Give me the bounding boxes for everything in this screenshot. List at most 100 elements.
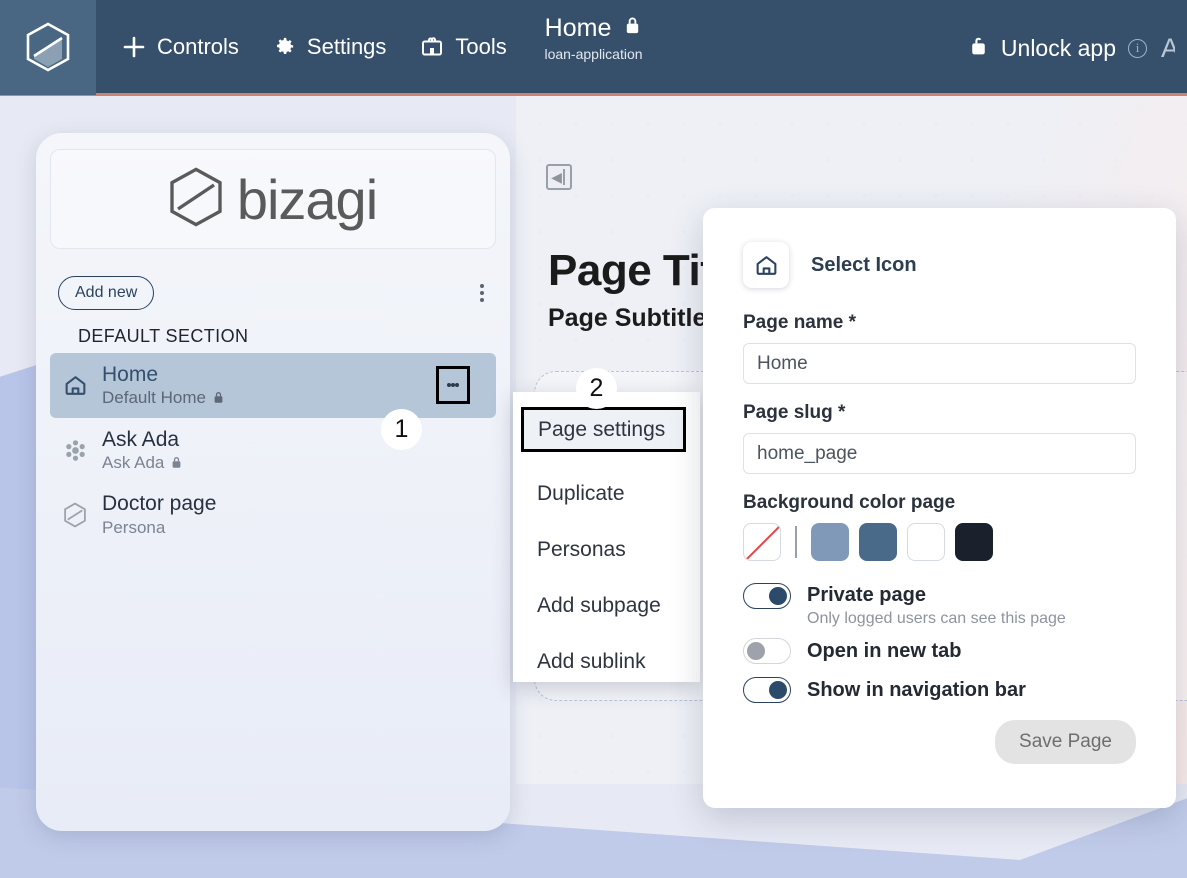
nav-item-tools-label: Tools	[455, 33, 507, 59]
page-item-name: Ask Ada	[102, 427, 180, 451]
context-menu-item-add-sublink[interactable]: Add sublink	[513, 634, 700, 690]
navbar-current-page[interactable]: Home	[545, 14, 643, 43]
section-label-default-section: DEFAULT SECTION	[78, 326, 249, 346]
page-item-name: Home	[102, 363, 159, 386]
page-item-sub: Ask Ada	[102, 453, 183, 473]
page-list: Home Default Home Ask Ada Ask Ada Doctor…	[36, 353, 510, 547]
add-new-button[interactable]: Add new	[58, 276, 155, 310]
pages-panel: bizagi Add new DEFAULT SECTION Home Defa…	[36, 133, 510, 831]
nav-item-settings[interactable]: Settings	[273, 33, 387, 60]
context-menu-item-personas[interactable]: Personas	[513, 522, 700, 578]
gear-icon	[273, 35, 296, 58]
avatar[interactable]: A	[1161, 33, 1175, 64]
collapse-icon-arrow: ◀	[551, 169, 562, 185]
toggle-row-private-page: Private page Only logged users can see t…	[743, 583, 1136, 628]
page-item-sub-text: Default Home	[102, 388, 206, 408]
background-color-swatches	[743, 523, 1136, 561]
kebab-dot	[455, 383, 459, 388]
page-context-menu: Page settings Duplicate Personas Add sub…	[513, 392, 700, 682]
brand-logo-wordmark: bizagi	[236, 167, 378, 231]
annotation-badge-1: 1	[381, 409, 422, 450]
swatch-near-black[interactable]	[954, 523, 993, 561]
page-settings-dialog: Select Icon Page name * Page slug * Back…	[703, 208, 1176, 808]
nav-item-tools[interactable]: Tools	[420, 33, 507, 60]
lock-icon	[172, 457, 181, 468]
page-slug-input[interactable]	[743, 433, 1136, 474]
page-item-kebab-icon[interactable]	[436, 366, 470, 405]
nav-item-controls[interactable]: Controls	[122, 34, 239, 60]
nav-item-controls-label: Controls	[157, 33, 239, 59]
lock-icon	[623, 14, 642, 43]
unlock-app-label: Unlock app	[1000, 34, 1116, 61]
swatch-slate-blue[interactable]	[858, 523, 897, 561]
unlock-app-button[interactable]: Unlock app i	[968, 34, 1147, 63]
save-page-button[interactable]: Save Page	[995, 720, 1136, 764]
navbar-right-group: Unlock app i A	[968, 0, 1187, 96]
page-item-name: Doctor page	[102, 492, 217, 516]
toggle-knob	[769, 587, 787, 605]
asterisk-icon	[62, 438, 88, 463]
kebab-vertical-icon[interactable]	[476, 280, 488, 306]
context-menu-item-add-subpage[interactable]: Add subpage	[513, 578, 700, 634]
toggle-knob	[747, 642, 765, 660]
toggle-row-open-in-new-tab: Open in new tab	[743, 638, 1136, 664]
nav-item-settings-label: Settings	[306, 33, 387, 59]
navbar-app-slug: loan-application	[544, 46, 643, 62]
hexagon-icon	[62, 502, 88, 528]
page-name-label: Page name *	[743, 312, 856, 333]
home-icon	[62, 373, 88, 398]
collapse-icon-bar	[563, 169, 565, 185]
context-menu-item-page-settings[interactable]: Page settings	[521, 407, 686, 452]
select-icon-label: Select Icon	[811, 253, 917, 276]
bizagi-hexagon-logo-icon[interactable]	[0, 0, 96, 95]
brand-logo-box: bizagi	[50, 149, 496, 249]
navbar-current-page-title: Home	[544, 14, 612, 42]
kebab-dot	[480, 298, 484, 302]
page-list-item-home[interactable]: Home Default Home	[50, 353, 496, 418]
page-item-sub-text: Ask Ada	[102, 452, 165, 472]
swatch-divider	[795, 526, 797, 558]
show-in-navigation-bar-label: Show in navigation bar	[807, 678, 1026, 701]
swatch-white[interactable]	[906, 523, 945, 561]
open-in-new-tab-label: Open in new tab	[807, 639, 962, 662]
kebab-dot	[480, 291, 484, 295]
home-icon[interactable]	[743, 242, 789, 288]
page-item-sub: Default Home	[102, 388, 225, 408]
toggle-knob	[769, 681, 787, 699]
swatch-light-blue[interactable]	[810, 523, 849, 561]
page-item-sub-text: Persona	[102, 517, 166, 537]
kebab-dot	[480, 284, 484, 288]
show-in-navigation-bar-toggle[interactable]	[743, 677, 791, 703]
canvas-page-subtitle: Page Subtitle	[548, 304, 707, 332]
background-color-label: Background color page	[743, 492, 956, 513]
collapse-panel-icon[interactable]: ◀	[546, 164, 572, 190]
panel-action-row: Add new	[36, 249, 510, 310]
bizagi-hexagon-logo-icon	[169, 166, 223, 232]
page-item-texts: Ask Ada Ask Ada	[102, 428, 183, 473]
swatch-none[interactable]	[743, 523, 781, 561]
toolbox-icon	[420, 35, 444, 59]
page-slug-label: Page slug *	[743, 402, 846, 423]
toggle-texts: Private page Only logged users can see t…	[807, 583, 1066, 628]
plus-icon	[122, 35, 146, 59]
lock-icon	[214, 392, 223, 404]
dialog-footer: Save Page	[995, 720, 1136, 764]
context-menu-item-duplicate[interactable]: Duplicate	[513, 466, 700, 522]
page-item-sub: Persona	[102, 518, 216, 538]
page-list-item-ask-ada[interactable]: Ask Ada Ask Ada	[50, 418, 496, 483]
top-navbar: Controls Settings Tools Home loan-applic…	[0, 0, 1187, 96]
page-name-input[interactable]	[743, 343, 1136, 384]
navbar-menu: Controls Settings Tools	[96, 34, 507, 60]
open-in-new-tab-toggle[interactable]	[743, 638, 791, 664]
annotation-badge-2: 2	[576, 368, 617, 409]
select-icon-row: Select Icon	[743, 242, 1136, 288]
page-list-item-doctor-page[interactable]: Doctor page Persona	[50, 482, 496, 547]
private-page-help: Only logged users can see this page	[807, 610, 1066, 627]
page-item-texts: Home Default Home	[102, 363, 225, 408]
unlock-icon	[968, 34, 989, 63]
page-item-texts: Doctor page Persona	[102, 492, 216, 537]
toggle-row-show-in-navigation-bar: Show in navigation bar	[743, 677, 1136, 703]
info-icon[interactable]: i	[1128, 38, 1147, 58]
private-page-label: Private page	[807, 584, 926, 606]
private-page-toggle[interactable]	[743, 583, 791, 609]
